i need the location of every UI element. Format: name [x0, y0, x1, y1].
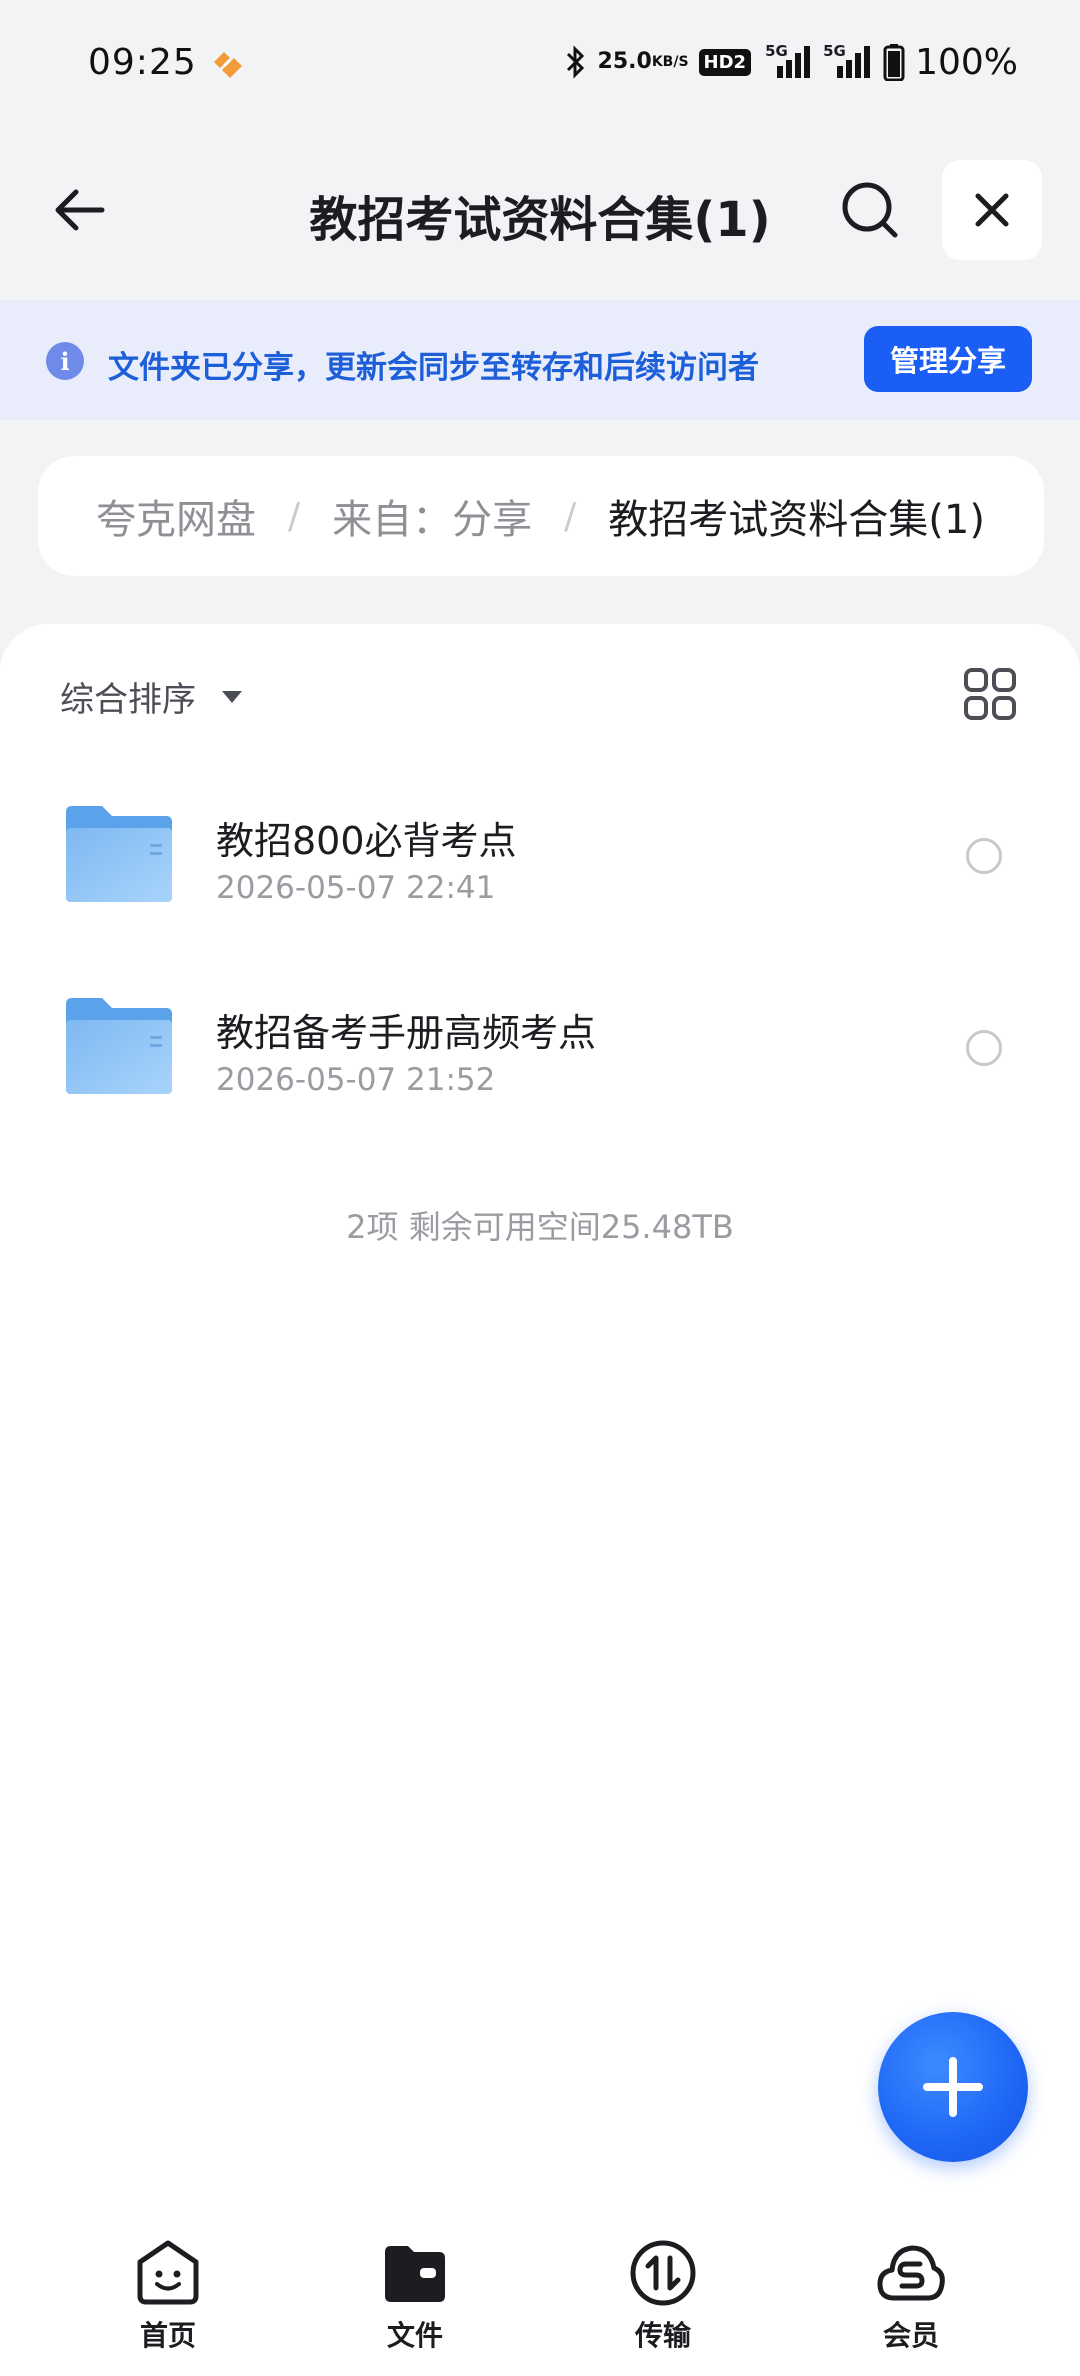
breadcrumb-trail: 夸克网盘 / 来自：分享 / 教招考试资料合集(1) — [96, 456, 985, 576]
file-name: 教招800必背考点 — [216, 819, 517, 863]
folder-wallet-icon — [385, 2246, 445, 2302]
signal-1: 5G — [761, 42, 813, 80]
close-button[interactable] — [942, 160, 1042, 260]
nav-item-files[interactable]: 文件 — [340, 2238, 490, 2358]
nav-label: 会员 — [882, 2319, 939, 2352]
manage-share-button[interactable]: 管理分享 — [864, 326, 1032, 392]
select-checkbox[interactable] — [966, 1030, 1002, 1066]
breadcrumb-separator: / — [288, 495, 301, 537]
network-speed: 25.0 KB/S — [597, 49, 689, 74]
file-row[interactable]: 教招800必背考点 2026-05-07 22:41 — [0, 774, 1080, 944]
battery-icon — [883, 44, 905, 81]
share-notice-text: 文件夹已分享，更新会同步至转存和后续访问者 — [108, 350, 759, 386]
battery-percent: 100% — [915, 41, 1018, 83]
close-icon — [975, 193, 1009, 227]
file-row[interactable]: 教招备考手册高频考点 2026-05-07 21:52 — [0, 966, 1080, 1136]
breadcrumb: 夸克网盘 / 来自：分享 / 教招考试资料合集(1) — [38, 456, 1044, 576]
plus-icon — [923, 2057, 983, 2117]
add-button[interactable] — [878, 2012, 1028, 2162]
folder-icon — [66, 806, 172, 902]
breadcrumb-item-root[interactable]: 夸克网盘 — [96, 487, 256, 545]
caret-down-icon — [222, 690, 242, 703]
share-banner: i 文件夹已分享，更新会同步至转存和后续访问者 管理分享 — [0, 300, 1080, 420]
nav-item-transfer[interactable]: 传输 — [588, 2238, 738, 2358]
breadcrumb-item-share[interactable]: 来自：分享 — [332, 487, 532, 545]
status-bar: 09:25 25.0 KB/S HD2 5G 5G 100% — [0, 0, 1080, 130]
hd-voice-badge: HD2 — [698, 48, 752, 76]
signal-2: 5G — [823, 42, 873, 80]
bluetooth-icon — [566, 45, 584, 79]
nav-item-member[interactable]: 会员 — [836, 2238, 986, 2358]
breadcrumb-item-current: 教招考试资料合集(1) — [608, 497, 985, 543]
file-date: 2026-05-07 21:52 — [216, 1062, 496, 1098]
home-face-icon — [137, 2240, 199, 2305]
file-name: 教招备考手册高频考点 — [216, 1011, 597, 1055]
folder-icon — [66, 998, 172, 1094]
select-checkbox[interactable] — [966, 838, 1002, 874]
sort-label: 综合排序 — [60, 680, 196, 720]
nav-label: 文件 — [386, 2319, 443, 2352]
page-title: 教招考试资料合集(1) — [309, 192, 771, 248]
sort-dropdown[interactable]: 综合排序 — [60, 672, 242, 721]
breadcrumb-separator: / — [564, 495, 577, 537]
app-notification-icon — [214, 52, 242, 78]
grid-view-icon[interactable] — [960, 664, 1020, 724]
file-date: 2026-05-07 22:41 — [216, 870, 496, 906]
nav-item-home[interactable]: 首页 — [93, 2238, 243, 2358]
nav-label: 首页 — [139, 2319, 196, 2352]
storage-summary: 2项 剩余可用空间25.48TB — [346, 1208, 734, 1246]
status-time: 09:25 — [88, 42, 197, 83]
transfer-icon — [630, 2240, 696, 2306]
bottom-nav: 首页 文件 传输 会员 — [0, 2214, 1080, 2376]
status-icons: 25.0 KB/S HD2 5G 5G 100% — [564, 40, 1018, 84]
nav-label: 传输 — [634, 2319, 691, 2352]
search-button[interactable] — [830, 170, 910, 250]
header: 教招考试资料合集(1) — [0, 150, 1080, 270]
file-list-panel: 综合排序 教招800必背考点 2026-05-07 22:41 教招备考手册高频… — [0, 624, 1080, 2214]
search-icon — [842, 182, 898, 238]
cloud-member-icon — [877, 2245, 945, 2301]
info-icon: i — [46, 342, 84, 380]
